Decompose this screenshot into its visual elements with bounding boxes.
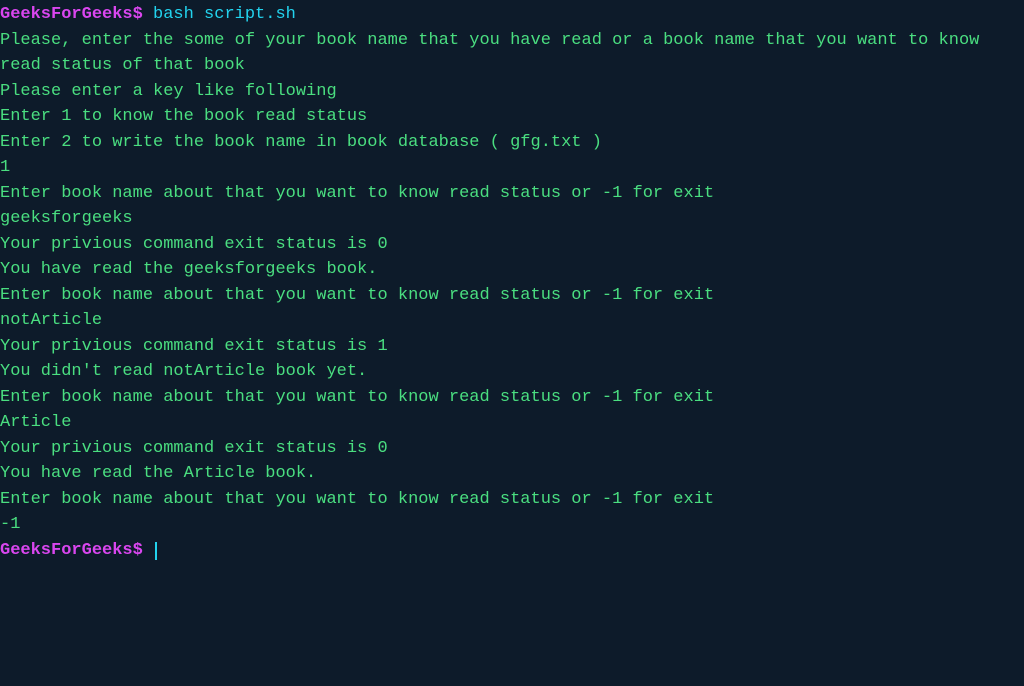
- command-text: bash script.sh: [153, 5, 296, 24]
- output-line: Please enter a key like following: [0, 79, 1024, 105]
- user-input: geeksforgeeks: [0, 206, 1024, 232]
- output-line: You didn't read notArticle book yet.: [0, 359, 1024, 385]
- user-input: Article: [0, 410, 1024, 436]
- terminal-window[interactable]: GeeksForGeeks$ bash script.sh Please, ent…: [0, 2, 1024, 563]
- output-line: You have read the geeksforgeeks book.: [0, 257, 1024, 283]
- output-line: Please, enter the some of your book name…: [0, 28, 1024, 79]
- output-line: You have read the Article book.: [0, 461, 1024, 487]
- user-input: -1: [0, 512, 1024, 538]
- output-line: Enter 1 to know the book read status: [0, 104, 1024, 130]
- output-line: Your privious command exit status is 0: [0, 232, 1024, 258]
- output-line: Enter book name about that you want to k…: [0, 487, 1024, 513]
- user-input: 1: [0, 155, 1024, 181]
- shell-prompt: GeeksForGeeks$: [0, 5, 153, 24]
- output-line: Enter 2 to write the book name in book d…: [0, 130, 1024, 156]
- output-line: Your privious command exit status is 0: [0, 436, 1024, 462]
- output-line: Enter book name about that you want to k…: [0, 385, 1024, 411]
- output-line: Your privious command exit status is 1: [0, 334, 1024, 360]
- shell-prompt: GeeksForGeeks$: [0, 541, 153, 560]
- user-input: notArticle: [0, 308, 1024, 334]
- output-line: Enter book name about that you want to k…: [0, 181, 1024, 207]
- output-line: Enter book name about that you want to k…: [0, 283, 1024, 309]
- cursor-icon: [155, 542, 157, 560]
